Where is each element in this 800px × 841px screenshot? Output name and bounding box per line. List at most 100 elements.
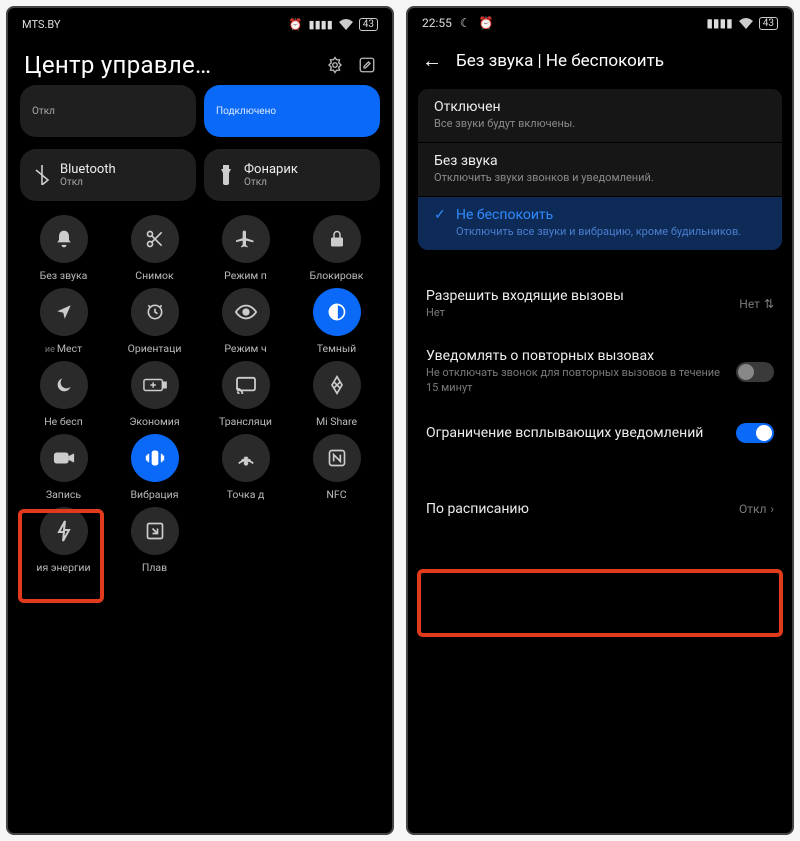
mode-option[interactable]: Без звукаОтключить звуки звонков и уведо… [418,143,782,197]
carrier-label: MTS.BY [22,18,61,31]
flashlight-tile[interactable]: Фонарик Откл [204,149,380,201]
big-tile-row-1: Откл Подключено [8,79,392,143]
rotation-lock-icon [131,288,179,336]
toggle-label: Блокировк [310,269,364,282]
option-title: Не беспокоить [456,207,553,223]
setting-repeat-calls[interactable]: Уведомлять о повторных вызовах Не отключ… [408,334,792,409]
dark-mode-icon [313,288,361,336]
toggle-label: Снимок [135,269,173,282]
toggle-repeat[interactable] [736,362,774,382]
setting-incoming-calls[interactable]: Разрешить входящие вызовы Нет Нет ⇅ [408,274,792,334]
setting-sub: Нет [426,306,727,320]
toggle-lock[interactable]: Блокировк [291,215,382,282]
toggle-label: NFC [326,488,346,501]
toggle-label: Без звука [40,269,88,282]
toggle-label: Mi Share [316,415,357,428]
wifi-icon [739,18,753,29]
setting-value: Нет ⇅ [739,297,774,311]
settings-icon[interactable] [326,56,344,74]
cast-icon [222,361,270,409]
bolt-icon [40,507,88,555]
phone-right: 22:55 ☾ ⏰ ▮▮▮▮ 43 ← Без звука | Не беспо… [406,6,794,835]
toggle-bell[interactable]: Без звука [18,215,109,282]
toggle-label: Экономия [129,415,179,428]
option-sub: Отключить звуки звонков и уведомлений. [434,171,766,184]
hotspot-icon [222,434,270,482]
big-tile[interactable]: Подключено [204,85,380,137]
toggle-location[interactable]: иеМест [18,288,109,355]
chevron-right-icon: › [770,502,774,516]
battery-indicator: 43 [359,18,378,31]
updown-icon: ⇅ [764,297,774,311]
toggle-rotation-lock[interactable]: Ориентаци [109,288,200,355]
toggle-moon[interactable]: Не бесп [18,361,109,428]
moon-icon [40,361,88,409]
dnd-status-icon: ☾ [460,16,471,30]
tile-sub: Откл [60,177,116,188]
option-sub: Отключить все звуки и вибрацию, кроме бу… [456,225,766,238]
page-title: Без звука | Не беспокоить [456,51,664,71]
nfc-icon [313,434,361,482]
page-title: Центр управле… [24,51,211,79]
alarm-icon: ⏰ [479,16,494,30]
bluetooth-tile[interactable]: Bluetooth Откл [20,149,196,201]
back-button[interactable]: ← [422,48,442,73]
setting-value: Откл › [739,502,774,516]
mode-option[interactable]: Отключен Все звуки будут включены. [418,89,782,143]
toggle-popup[interactable] [736,423,774,443]
toggle-label: Режим ч [224,342,266,355]
page-header: ← Без звука | Не беспокоить [408,38,792,89]
battery-plus-icon [131,361,179,409]
mode-option[interactable]: ✓ Не беспокоить Отключить все звуки и вибр… [418,197,782,250]
phone-left: MTS.BY ⏰ ▮▮▮▮ 43 Центр управле… Откл Под… [6,6,394,835]
pip-icon [131,507,179,555]
battery-indicator: 43 [759,17,778,30]
toggle-dark-mode[interactable]: Темный [291,288,382,355]
toggle-hotspot[interactable]: Точка д [200,434,291,501]
statusbar: 22:55 ☾ ⏰ ▮▮▮▮ 43 [408,8,792,38]
setting-popup-limit[interactable]: Ограничение всплывающих уведомлений [408,409,792,457]
toggle-label: Точка д [227,488,265,501]
tile-sub: Подключено [216,106,276,117]
toggle-record[interactable]: Запись [18,434,109,501]
setting-title: Разрешить входящие вызовы [426,288,727,304]
toggle-label: Плав [142,561,167,574]
toggle-cast[interactable]: Трансляци [200,361,291,428]
toggle-nfc[interactable]: NFC [291,434,382,501]
toggle-airplane[interactable]: Режим п [200,215,291,282]
check-icon: ✓ [434,207,448,223]
wifi-icon [339,19,353,30]
highlight-popup-setting [417,569,783,637]
mishare-icon [313,361,361,409]
toggle-label: Не бесп [44,415,83,428]
toggle-label: Вибрация [131,488,179,501]
toggle-label: Запись [46,488,81,501]
setting-schedule[interactable]: По расписанию Откл › [408,487,792,531]
toggle-scissors[interactable]: Снимок [109,215,200,282]
big-tile[interactable]: Откл [20,85,196,137]
alarm-icon: ⏰ [289,18,303,31]
tile-sub: Откл [32,106,55,117]
setting-sub: Не отключать звонок для повторных вызово… [426,366,724,395]
toggle-battery-plus[interactable]: Экономия [109,361,200,428]
mode-options: Отключен Все звуки будут включены. Без зву… [408,89,792,250]
bell-icon [40,215,88,263]
toggle-pip[interactable]: Плав [109,507,200,574]
flashlight-icon [216,165,236,185]
toggle-bolt[interactable]: ия энергии [18,507,109,574]
toggle-vibrate[interactable]: Вибрация [109,434,200,501]
setting-title: По расписанию [426,501,727,517]
edit-icon[interactable] [358,56,376,74]
location-icon [40,288,88,336]
clock-label: 22:55 [422,16,452,30]
toggle-label: иеМест [45,342,82,355]
option-title: Отключен [434,99,501,115]
toggle-label: Ориентаци [128,342,182,355]
bluetooth-icon [32,165,52,185]
record-icon [40,434,88,482]
option-sub: Все звуки будут включены. [434,117,766,130]
big-tile-row-2: Bluetooth Откл Фонарик Откл [8,143,392,207]
signal-icon: ▮▮▮▮ [309,18,333,31]
toggle-eye[interactable]: Режим ч [200,288,291,355]
toggle-mishare[interactable]: Mi Share [291,361,382,428]
